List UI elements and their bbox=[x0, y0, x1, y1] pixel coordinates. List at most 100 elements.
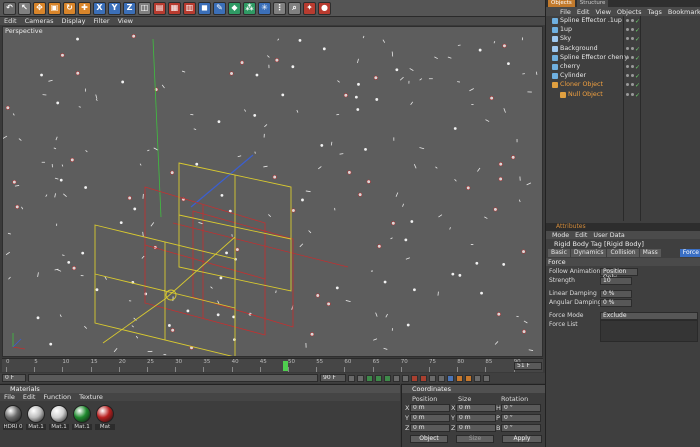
editor-visibility-icon[interactable] bbox=[626, 74, 629, 78]
viewport-menu-display[interactable]: Display bbox=[62, 17, 86, 25]
material-swatch[interactable]: Mat.1 bbox=[26, 405, 46, 430]
editor-visibility-icon[interactable] bbox=[626, 28, 629, 32]
add-icon[interactable]: ✚ bbox=[78, 1, 91, 15]
next-key-icon[interactable] bbox=[393, 374, 400, 382]
editor-visibility-icon[interactable] bbox=[626, 92, 629, 96]
tab-dynamics[interactable]: Dynamics bbox=[570, 249, 607, 257]
materials-menu-function[interactable]: Function bbox=[43, 393, 71, 401]
om-menu-file[interactable]: File bbox=[560, 8, 571, 16]
render-view-icon[interactable]: ▤ bbox=[153, 1, 166, 15]
tag-icon[interactable]: ● bbox=[318, 1, 331, 15]
spline-pen-icon[interactable]: ✎ bbox=[213, 1, 226, 15]
viewport[interactable]: Perspective bbox=[2, 26, 543, 357]
key-param-icon[interactable] bbox=[474, 374, 481, 382]
attribute-value-field[interactable]: Exclude bbox=[600, 312, 698, 320]
deformer-icon[interactable]: ✳ bbox=[258, 1, 271, 15]
editor-visibility-icon[interactable] bbox=[626, 65, 629, 68]
render-settings-icon[interactable]: ▥ bbox=[183, 1, 196, 15]
y-axis-icon[interactable]: Y bbox=[108, 1, 121, 15]
key-position-icon[interactable] bbox=[447, 374, 454, 382]
render-visibility-icon[interactable] bbox=[631, 46, 634, 50]
size-field[interactable]: 0 m bbox=[456, 424, 496, 432]
viewport-menu-edit[interactable]: Edit bbox=[4, 17, 17, 25]
size-field[interactable]: 0 m bbox=[456, 404, 496, 412]
rotation-field[interactable]: 0 ° bbox=[501, 424, 541, 432]
viewport-menu-cameras[interactable]: Cameras bbox=[25, 17, 54, 25]
end-frame-field[interactable]: 90 F bbox=[320, 374, 346, 382]
apply-button[interactable]: Apply bbox=[502, 435, 542, 443]
key-rotation-icon[interactable] bbox=[465, 374, 472, 382]
go-start-icon[interactable] bbox=[348, 374, 355, 382]
render-visibility-icon[interactable] bbox=[631, 19, 634, 22]
rotation-field[interactable]: 0 ° bbox=[501, 404, 541, 412]
render-icon[interactable]: ▦ bbox=[168, 1, 181, 15]
timeline-playhead[interactable] bbox=[283, 361, 288, 371]
attribute-value-field[interactable]: 0 % bbox=[600, 290, 632, 298]
material-swatch[interactable]: Mat.1 bbox=[72, 405, 92, 430]
world-icon[interactable]: ◫ bbox=[138, 1, 151, 15]
render-visibility-icon[interactable] bbox=[631, 92, 634, 96]
position-field[interactable]: 0 m bbox=[410, 424, 450, 432]
om-menu-bookmarks[interactable]: Bookmarks bbox=[668, 8, 700, 16]
attribute-value-field[interactable]: 10 bbox=[600, 277, 632, 285]
z-axis-icon[interactable]: Z bbox=[123, 1, 136, 15]
editor-visibility-icon[interactable] bbox=[626, 83, 629, 87]
materials-menu-edit[interactable]: Edit bbox=[23, 393, 36, 401]
editor-visibility-icon[interactable] bbox=[626, 37, 629, 41]
scene-icon[interactable]: ⋮ bbox=[273, 1, 286, 15]
attribute-value-field[interactable]: Position Only bbox=[600, 268, 638, 281]
editor-visibility-icon[interactable] bbox=[626, 55, 629, 59]
rotation-field[interactable]: 0 ° bbox=[501, 414, 541, 422]
start-frame-field[interactable]: 0 F bbox=[2, 374, 26, 382]
material-swatch[interactable]: HDRI 0 bbox=[3, 405, 23, 430]
go-end-icon[interactable] bbox=[402, 374, 409, 382]
key-selection-icon[interactable] bbox=[438, 374, 445, 382]
tab-mass[interactable]: Mass bbox=[639, 249, 661, 257]
om-menu-objects[interactable]: Objects bbox=[617, 8, 642, 16]
viewport-menu-filter[interactable]: Filter bbox=[93, 17, 109, 25]
attr-menu-edit[interactable]: Edit bbox=[575, 232, 587, 239]
x-axis-icon[interactable]: X bbox=[93, 1, 106, 15]
key-pla-icon[interactable] bbox=[483, 374, 490, 382]
record-icon[interactable] bbox=[411, 374, 418, 382]
timeline[interactable]: 051015202530354045505560657075808590 51 … bbox=[2, 358, 543, 372]
render-visibility-icon[interactable] bbox=[631, 28, 634, 32]
nurbs-icon[interactable]: ◆ bbox=[228, 1, 241, 15]
camera-icon[interactable]: ⌕ bbox=[288, 1, 301, 15]
select-icon[interactable]: ↖ bbox=[18, 1, 31, 15]
size-mode-select[interactable]: Size bbox=[456, 435, 494, 443]
frame-slider[interactable] bbox=[28, 374, 318, 382]
keyframe-icon[interactable] bbox=[429, 374, 436, 382]
prev-key-icon[interactable] bbox=[357, 374, 364, 382]
tab-collision[interactable]: Collision bbox=[607, 249, 639, 257]
tab-structure[interactable]: Structure bbox=[576, 0, 609, 7]
om-menu-view[interactable]: View bbox=[595, 8, 610, 16]
attr-menu-mode[interactable]: Mode bbox=[552, 232, 569, 239]
play-icon[interactable] bbox=[375, 374, 382, 382]
om-menu-edit[interactable]: Edit bbox=[577, 8, 590, 16]
undo-icon[interactable]: ↶ bbox=[3, 1, 16, 15]
tab-basic[interactable]: Basic bbox=[548, 249, 570, 257]
editor-visibility-icon[interactable] bbox=[626, 46, 629, 50]
attr-menu-user-data[interactable]: User Data bbox=[593, 232, 624, 239]
render-visibility-icon[interactable] bbox=[631, 83, 634, 87]
editor-visibility-icon[interactable] bbox=[626, 19, 629, 22]
viewport-menu-view[interactable]: View bbox=[118, 17, 133, 25]
render-visibility-icon[interactable] bbox=[631, 55, 634, 59]
array-icon[interactable]: ⁂ bbox=[243, 1, 256, 15]
position-field[interactable]: 0 m bbox=[410, 404, 450, 412]
move-icon[interactable]: ✥ bbox=[33, 1, 46, 15]
scale-icon[interactable]: ▣ bbox=[48, 1, 61, 15]
tab-force[interactable]: Force bbox=[679, 249, 700, 257]
materials-menu-file[interactable]: File bbox=[4, 393, 15, 401]
tab-objects[interactable]: Objects bbox=[548, 0, 575, 7]
light-icon[interactable]: ✦ bbox=[303, 1, 316, 15]
om-menu-tags[interactable]: Tags bbox=[647, 8, 661, 16]
material-swatch[interactable]: Mat bbox=[95, 405, 115, 430]
position-field[interactable]: 0 m bbox=[410, 414, 450, 422]
attribute-value-field[interactable]: 0 % bbox=[600, 299, 632, 307]
next-frame-icon[interactable] bbox=[384, 374, 391, 382]
material-swatch[interactable]: Mat.1 bbox=[49, 405, 69, 430]
cube-icon[interactable]: ◼ bbox=[198, 1, 211, 15]
materials-menu-texture[interactable]: Texture bbox=[79, 393, 103, 401]
